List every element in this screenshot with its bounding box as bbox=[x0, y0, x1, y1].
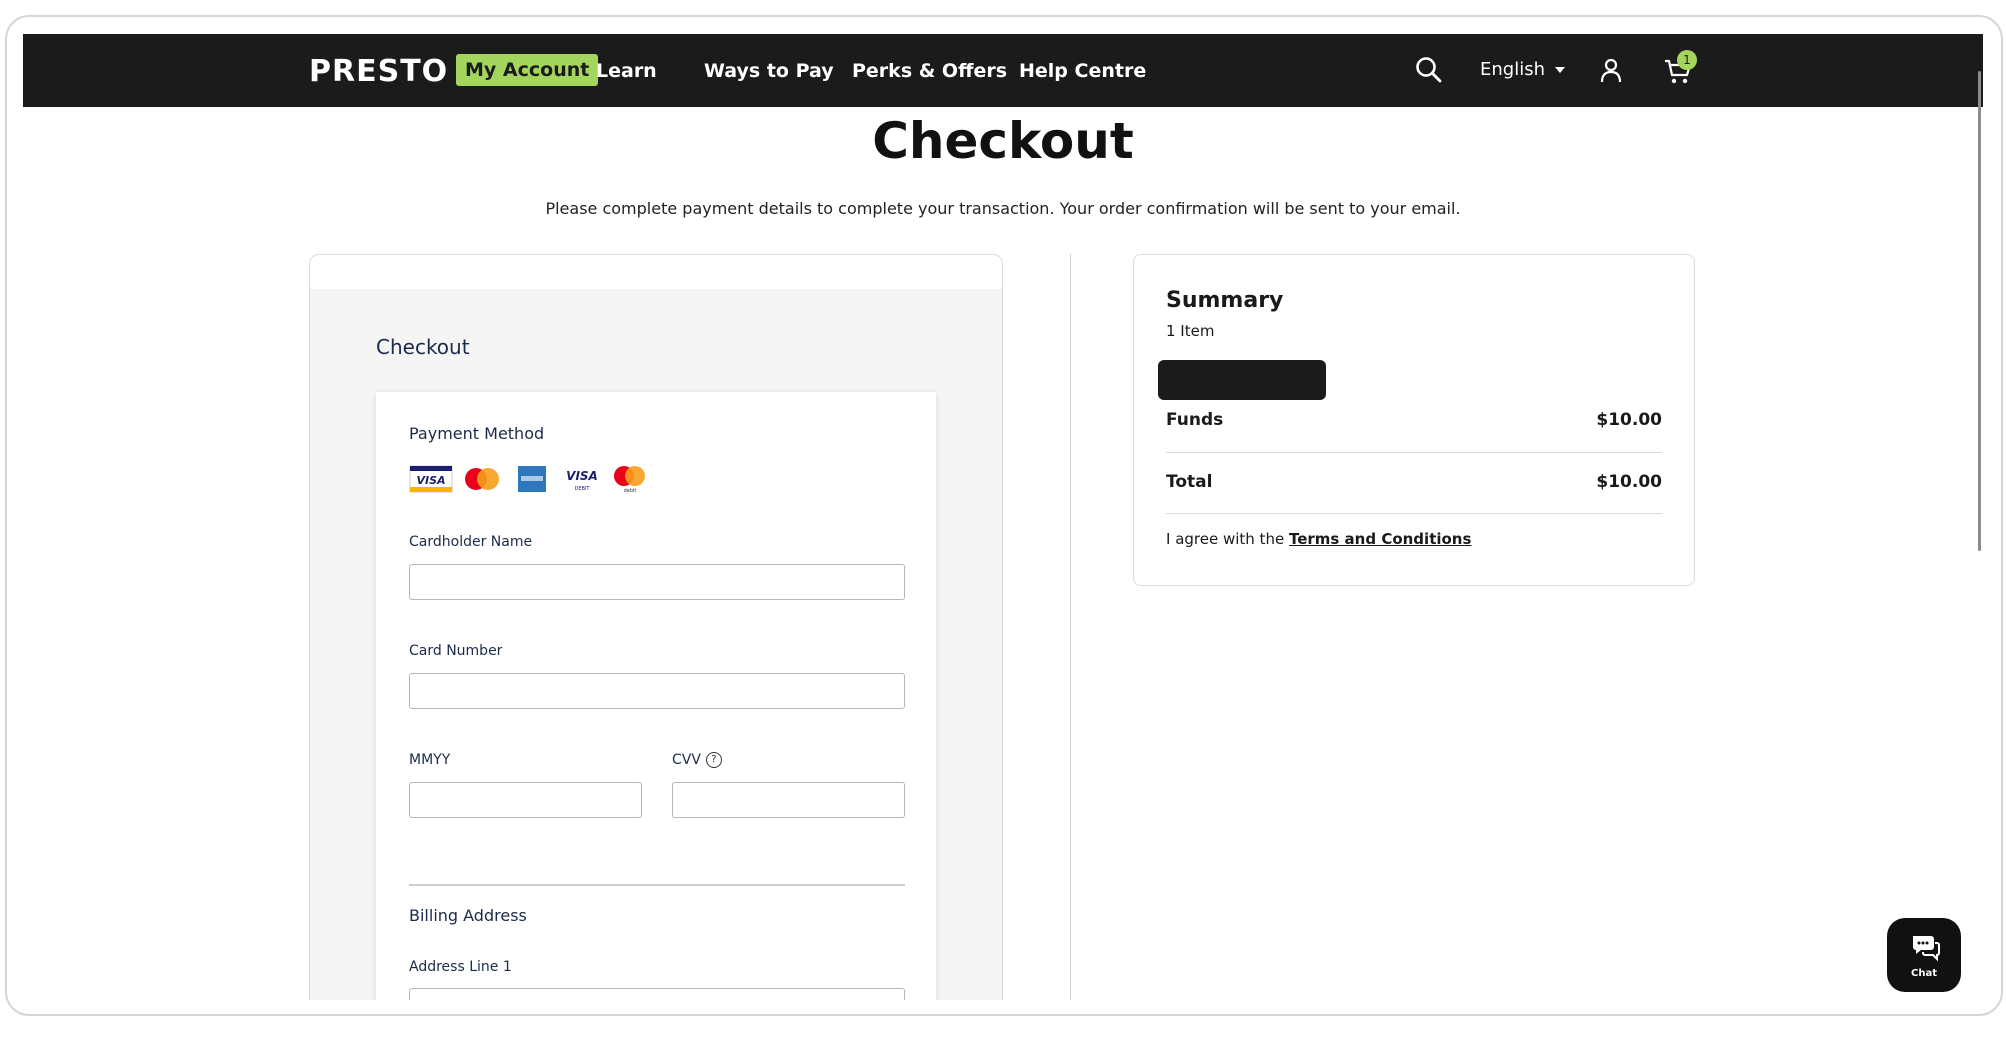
payment-method-label: Payment Method bbox=[409, 424, 545, 443]
chat-button[interactable]: Chat bbox=[1887, 918, 1961, 992]
presto-logo[interactable]: PRESTO bbox=[309, 54, 448, 89]
total-value: $10.00 bbox=[1596, 472, 1662, 492]
nav-my-account[interactable]: My Account bbox=[456, 54, 599, 86]
terms-prefix: I agree with the bbox=[1166, 530, 1285, 548]
page-title: Checkout bbox=[872, 112, 1134, 170]
column-divider bbox=[1070, 254, 1071, 1000]
svg-text:DEBIT: DEBIT bbox=[575, 486, 591, 492]
checkout-panel: Checkout Payment Method VISA VISA DEBIT … bbox=[309, 254, 1003, 1000]
cvv-label: CVV? bbox=[672, 752, 722, 768]
user-icon[interactable] bbox=[1599, 57, 1623, 89]
section-divider bbox=[409, 884, 905, 886]
chat-icon bbox=[1913, 936, 1940, 962]
nav-ways-to-pay[interactable]: Ways to Pay bbox=[704, 60, 834, 82]
chat-label: Chat bbox=[1911, 968, 1937, 979]
language-label: English bbox=[1480, 59, 1545, 80]
mmyy-label: MMYY bbox=[409, 752, 451, 768]
cardholder-name-label: Cardholder Name bbox=[409, 534, 533, 550]
amex-logo-icon bbox=[516, 464, 548, 494]
summary-item-count: 1 Item bbox=[1166, 322, 1215, 340]
mmyy-input[interactable] bbox=[409, 782, 642, 818]
browser-frame: PRESTO My Account Learn Ways to Pay Perk… bbox=[5, 15, 2003, 1016]
mastercard-logo-icon bbox=[460, 464, 504, 494]
svg-text:VISA: VISA bbox=[416, 474, 445, 487]
terms-agreement: I agree with the Terms and Conditions bbox=[1166, 530, 1471, 548]
top-nav: PRESTO My Account Learn Ways to Pay Perk… bbox=[23, 34, 1983, 107]
svg-text:VISA: VISA bbox=[566, 469, 598, 483]
search-icon[interactable] bbox=[1415, 56, 1443, 88]
billing-address-label: Billing Address bbox=[409, 906, 527, 925]
nav-perks-offers[interactable]: Perks & Offers bbox=[852, 60, 1007, 82]
order-summary: Summary 1 Item Funds $10.00 Total $10.00… bbox=[1133, 254, 1695, 586]
mastercard-debit-logo-icon: debit bbox=[608, 464, 652, 494]
cvv-input[interactable] bbox=[672, 782, 905, 818]
funds-value: $10.00 bbox=[1596, 410, 1662, 430]
payment-form: Payment Method VISA VISA DEBIT debit Car… bbox=[376, 392, 936, 1000]
nav-help-centre[interactable]: Help Centre bbox=[1019, 60, 1146, 82]
visa-debit-logo-icon: VISA DEBIT bbox=[560, 464, 604, 494]
cardholder-name-input[interactable] bbox=[409, 564, 905, 600]
language-selector[interactable]: English bbox=[1480, 59, 1565, 80]
page-subtitle: Please complete payment details to compl… bbox=[545, 199, 1461, 218]
summary-divider bbox=[1166, 513, 1662, 514]
terms-link[interactable]: Terms and Conditions bbox=[1289, 530, 1471, 548]
card-number-label: Card Number bbox=[409, 643, 503, 659]
caret-down-icon bbox=[1555, 67, 1565, 73]
visa-logo-icon: VISA bbox=[409, 464, 453, 494]
cvv-label-text: CVV bbox=[672, 752, 701, 768]
funds-label: Funds bbox=[1166, 410, 1224, 430]
redacted-block bbox=[1158, 360, 1326, 400]
address-line-1-label: Address Line 1 bbox=[409, 959, 512, 975]
cart-count-badge: 1 bbox=[1677, 50, 1697, 70]
address-line-1-input[interactable] bbox=[409, 988, 905, 1000]
help-icon[interactable]: ? bbox=[705, 752, 722, 768]
nav-learn[interactable]: Learn bbox=[596, 60, 657, 82]
card-number-input[interactable] bbox=[409, 673, 905, 709]
svg-text:debit: debit bbox=[624, 488, 637, 494]
total-label: Total bbox=[1166, 472, 1213, 492]
checkout-heading: Checkout bbox=[376, 335, 470, 359]
summary-divider bbox=[1166, 452, 1662, 453]
summary-title: Summary bbox=[1166, 288, 1284, 313]
page-viewport: PRESTO My Account Learn Ways to Pay Perk… bbox=[23, 34, 1983, 1000]
